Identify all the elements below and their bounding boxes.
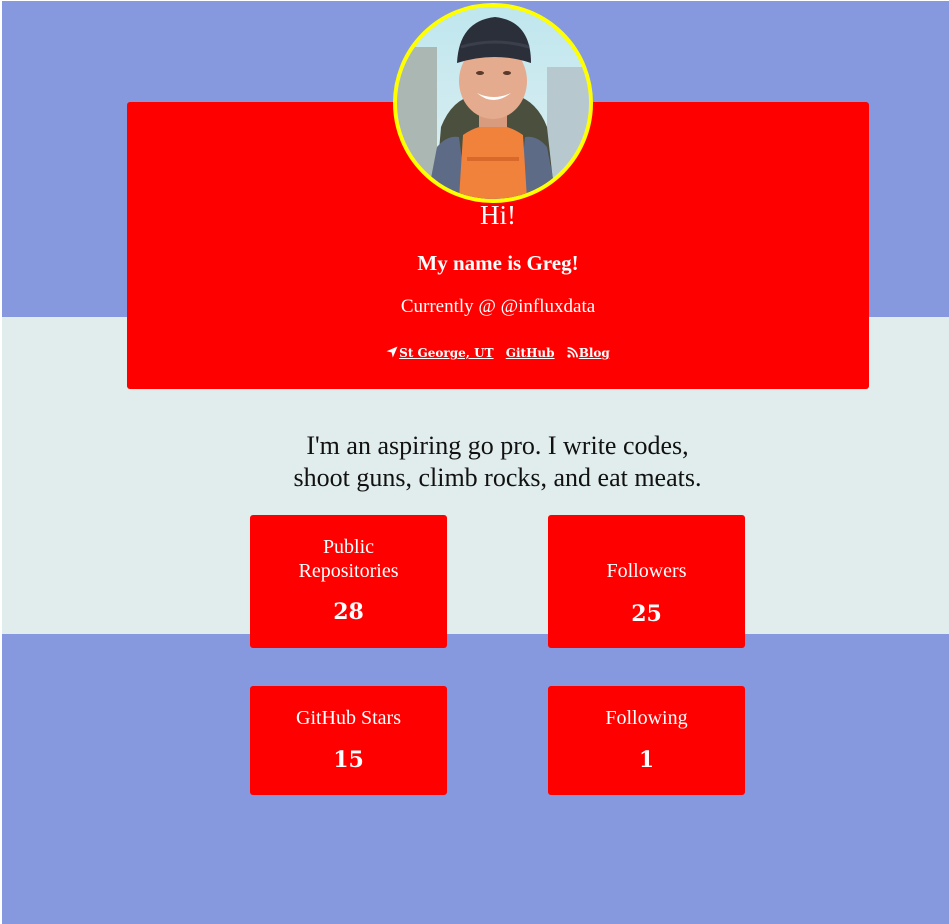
blog-label: Blog [578,346,610,360]
location-label: St George, UT [399,346,494,360]
stat-card-github-stars: GitHub Stars 15 [250,686,447,795]
avatar [393,3,593,203]
github-link[interactable]: GitHub [506,346,555,360]
left-frame-edge [0,0,2,924]
profile-links: St George, UT GitHub Blog [127,346,869,360]
stat-label: Following [605,707,688,729]
github-label: GitHub [505,346,555,360]
stat-label: Public Repositories [298,536,399,582]
stat-label: GitHub Stars [296,707,401,729]
current-employer-text: Currently @ @influxdata [400,296,596,317]
bio-line-2: shoot guns, climb rocks, and eat meats. [293,463,702,492]
location-arrow-icon [386,346,398,358]
bottom-band-background [0,634,949,924]
blog-link[interactable]: Blog [567,346,610,360]
stat-card-public-repositories: Public Repositories 28 [250,515,447,648]
bio-text: I'm an aspiring go pro. I write codes, s… [200,430,795,494]
stat-card-followers: Followers 25 [548,515,745,648]
stat-label: Followers [606,560,687,582]
rss-icon [567,347,578,358]
location-link[interactable]: St George, UT [386,346,494,360]
stat-card-following: Following 1 [548,686,745,795]
bio-line-1: I'm an aspiring go pro. I write codes, [306,431,689,460]
avatar-photo [397,7,589,199]
stat-value: 1 [638,747,655,773]
stat-value: 28 [333,599,364,625]
stat-value: 25 [631,601,662,627]
name-heading: My name is Greg! [417,251,579,275]
greeting-text: Hi! [480,200,516,230]
top-frame-edge [0,0,949,1]
stat-value: 15 [333,747,364,773]
